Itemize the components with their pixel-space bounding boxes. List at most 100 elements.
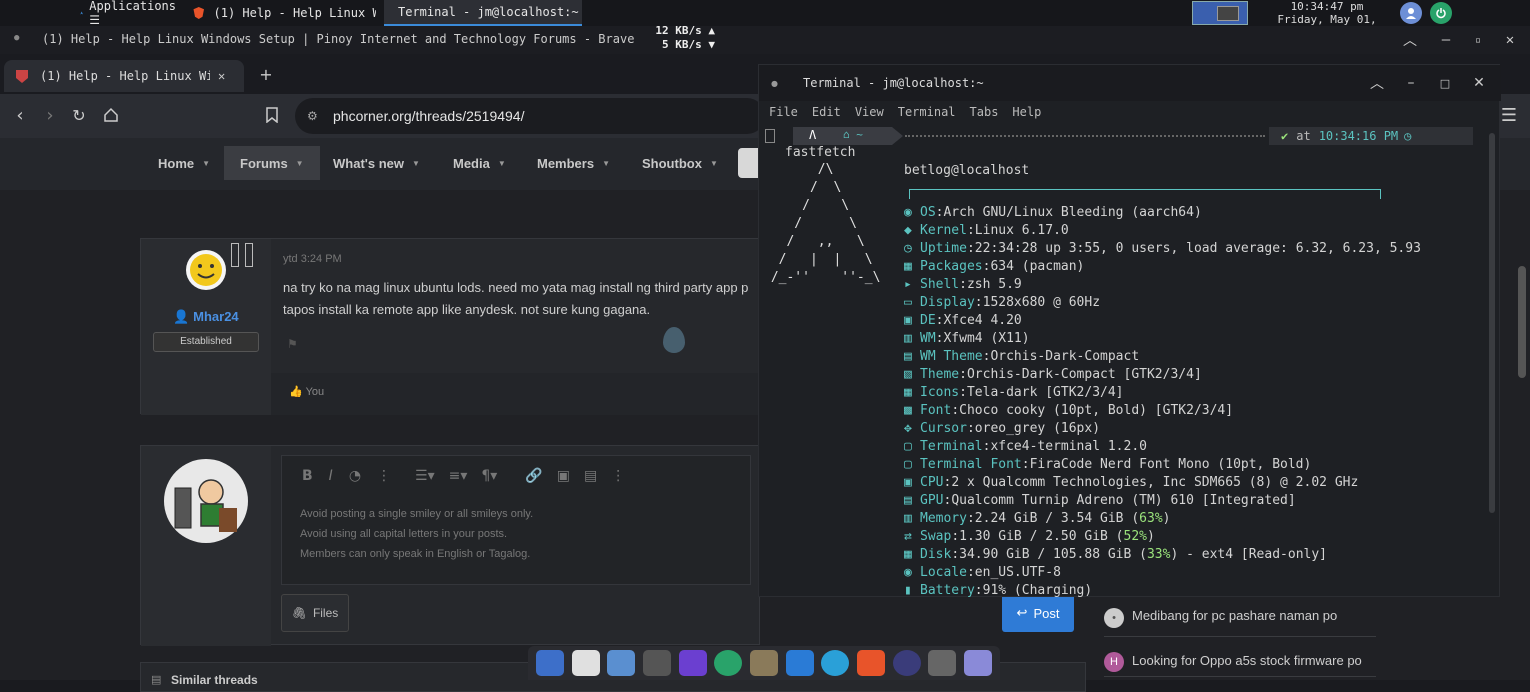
browser-restore-icon[interactable]: ︿ [1400, 30, 1420, 50]
reaction-summary[interactable]: 👍 You [289, 385, 324, 398]
divider [1104, 636, 1376, 637]
fetch-line: ⇄ Swap: 1.30 GiB / 2.50 GiB (52%) [904, 529, 1155, 547]
menu-view[interactable]: View [855, 105, 884, 119]
fetch-percent: 33% [1146, 547, 1171, 562]
post-username[interactable]: 👤 Mhar24 [141, 309, 271, 325]
tshirt-icon[interactable] [571, 650, 600, 676]
terminal-icon[interactable] [928, 650, 957, 676]
nav-shoutbox[interactable]: Shoutbox ▼ [642, 146, 718, 180]
bookmark-icon[interactable] [262, 104, 282, 126]
post-timestamp[interactable]: ytd 3:24 PM [283, 253, 342, 265]
terminal-window: ● Terminal - jm@localhost:~ ︿ – □ ✕ File… [758, 64, 1501, 598]
vscode-icon[interactable] [785, 650, 814, 676]
link-icon[interactable]: 🔗 [525, 468, 542, 484]
terminal-maximize-icon[interactable]: □ [1435, 73, 1455, 93]
window-menu-dot-icon[interactable]: ● [14, 33, 19, 43]
image-icon[interactable]: ▣ [557, 468, 570, 484]
more-options-icon[interactable]: ⋮ [611, 468, 625, 484]
folder-icon[interactable] [678, 650, 707, 676]
nav-members[interactable]: Members ▼ [537, 146, 610, 180]
media-icon[interactable]: ▤ [584, 468, 597, 484]
video-icon[interactable] [642, 650, 671, 676]
applications-menu[interactable]: Applications ☰ [74, 0, 182, 27]
site-settings-icon[interactable]: ⚙ [307, 109, 318, 123]
forward-icon[interactable]: › [40, 104, 60, 126]
back-icon[interactable]: ‹ [10, 104, 30, 126]
list-icon[interactable]: ☰▾ [415, 468, 435, 484]
terminal-minimize-icon[interactable]: – [1401, 73, 1421, 93]
power-icon[interactable] [1430, 2, 1452, 24]
search-icon[interactable] [714, 650, 743, 676]
fetch-key: Font [920, 403, 952, 418]
browser-maximize-icon[interactable]: ▫ [1468, 30, 1488, 50]
report-flag-icon[interactable]: ⚑ [287, 337, 298, 351]
image-viewer-icon[interactable] [607, 650, 636, 676]
fetch-key: Swap [920, 529, 952, 544]
taskbar-terminal[interactable]: Terminal - jm@localhost:~ [384, 0, 582, 26]
reload-icon[interactable]: ↻ [68, 104, 90, 126]
nav-whats-new[interactable]: What's new ▼ [333, 146, 420, 180]
activity-monitor-icon[interactable] [892, 650, 921, 676]
window-menu-dot-icon[interactable]: ● [771, 79, 778, 88]
my-avatar[interactable] [163, 458, 249, 544]
terminal-menubar: File Edit View Terminal Tabs Help [759, 101, 1501, 123]
taskbar-brave[interactable]: (1) Help - Help Linux Windo... [186, 0, 382, 26]
terminal-scrollbar[interactable] [1489, 133, 1495, 513]
fetch-tail: ) - ext4 [Read-only] [1170, 547, 1328, 562]
avatar[interactable] [185, 249, 227, 291]
workspace-window-thumb [1217, 6, 1239, 21]
fetch-key: GPU [920, 493, 944, 508]
fetch-header: betlog@localhost [904, 163, 1030, 178]
browser-minimize-icon[interactable]: – [1436, 30, 1456, 50]
fetch-separator: : [951, 547, 960, 562]
nav-home[interactable]: Home ▼ [158, 146, 210, 180]
workspace-switcher[interactable] [1192, 1, 1248, 25]
menu-terminal[interactable]: Terminal [898, 105, 956, 119]
browser-titlebar: ● (1) Help - Help Linux Windows Setup | … [0, 26, 1530, 54]
browser-close-icon[interactable]: ✕ [1500, 30, 1520, 50]
telegram-icon[interactable] [821, 650, 850, 676]
gimp-icon[interactable] [749, 650, 778, 676]
menu-hamburger-icon[interactable]: ☰ [1498, 104, 1520, 126]
paragraph-icon[interactable]: ¶▾ [481, 468, 497, 484]
search-icon[interactable] [738, 148, 758, 178]
fetch-value: 91% (Charging) [982, 583, 1093, 598]
attach-files-button[interactable]: 🖇 Files [281, 594, 349, 632]
menu-tabs[interactable]: Tabs [970, 105, 999, 119]
fetch-key: Shell [920, 277, 960, 292]
menu-help[interactable]: Help [1012, 105, 1041, 119]
home-icon[interactable] [100, 104, 122, 126]
paperclip-icon: 🖇 [291, 606, 307, 620]
menu-edit[interactable]: Edit [812, 105, 841, 119]
style-palette-icon[interactable]: ◔ [349, 468, 361, 484]
terminal-shade-icon[interactable]: ︿ [1367, 73, 1387, 93]
divider [1104, 676, 1376, 677]
url-bar[interactable]: ⚙ phcorner.org/threads/2519494/ [295, 98, 765, 134]
more-options-icon[interactable]: ⋮ [377, 468, 391, 484]
terminal-titlebar[interactable]: ● Terminal - jm@localhost:~ ︿ – □ ✕ [759, 65, 1501, 101]
files-icon[interactable] [535, 650, 564, 676]
nav-media[interactable]: Media ▼ [453, 146, 506, 180]
side-thread-item[interactable]: • Medibang for pc pashare naman po [1104, 608, 1374, 628]
fetch-value: Tela-dark [GTK2/3/4] [966, 385, 1124, 400]
page-scrollbar[interactable] [1518, 266, 1526, 378]
window-manager-icon[interactable] [964, 650, 993, 676]
menu-file[interactable]: File [769, 105, 798, 119]
fetch-value: Xfwm4 (X11) [943, 331, 1030, 346]
fetch-line-icon: ▤ [904, 349, 912, 364]
new-tab-icon[interactable]: + [256, 64, 276, 84]
terminal-close-icon[interactable]: ✕ [1469, 73, 1489, 93]
align-icon[interactable]: ≡▾ [449, 468, 468, 484]
net-up: 5 KB/s ▼ [662, 38, 715, 51]
user-icon[interactable] [1400, 2, 1422, 24]
nav-forums-label: Forums [240, 155, 288, 171]
editor[interactable]: B I ◔ ⋮ ☰▾ ≡▾ ¶▾ 🔗 ▣ ▤ ⋮ Avoid posting a… [281, 455, 751, 585]
terminal-body[interactable]: Λ ⌂ ~ ✔ at 10:34:16 PM ◷ fastfetch /\ / … [759, 125, 1501, 598]
brave-icon[interactable] [857, 650, 886, 676]
nav-forums[interactable]: Forums ▼ [224, 146, 320, 180]
browser-tab-active[interactable]: (1) Help - Help Linux Windows S ✕ [4, 60, 244, 92]
italic-icon[interactable]: I [329, 468, 333, 484]
tab-close-icon[interactable]: ✕ [218, 69, 225, 83]
bold-icon[interactable]: B [302, 468, 313, 484]
side-thread-item[interactable]: H Looking for Oppo a5s stock firmware po [1104, 652, 1374, 672]
